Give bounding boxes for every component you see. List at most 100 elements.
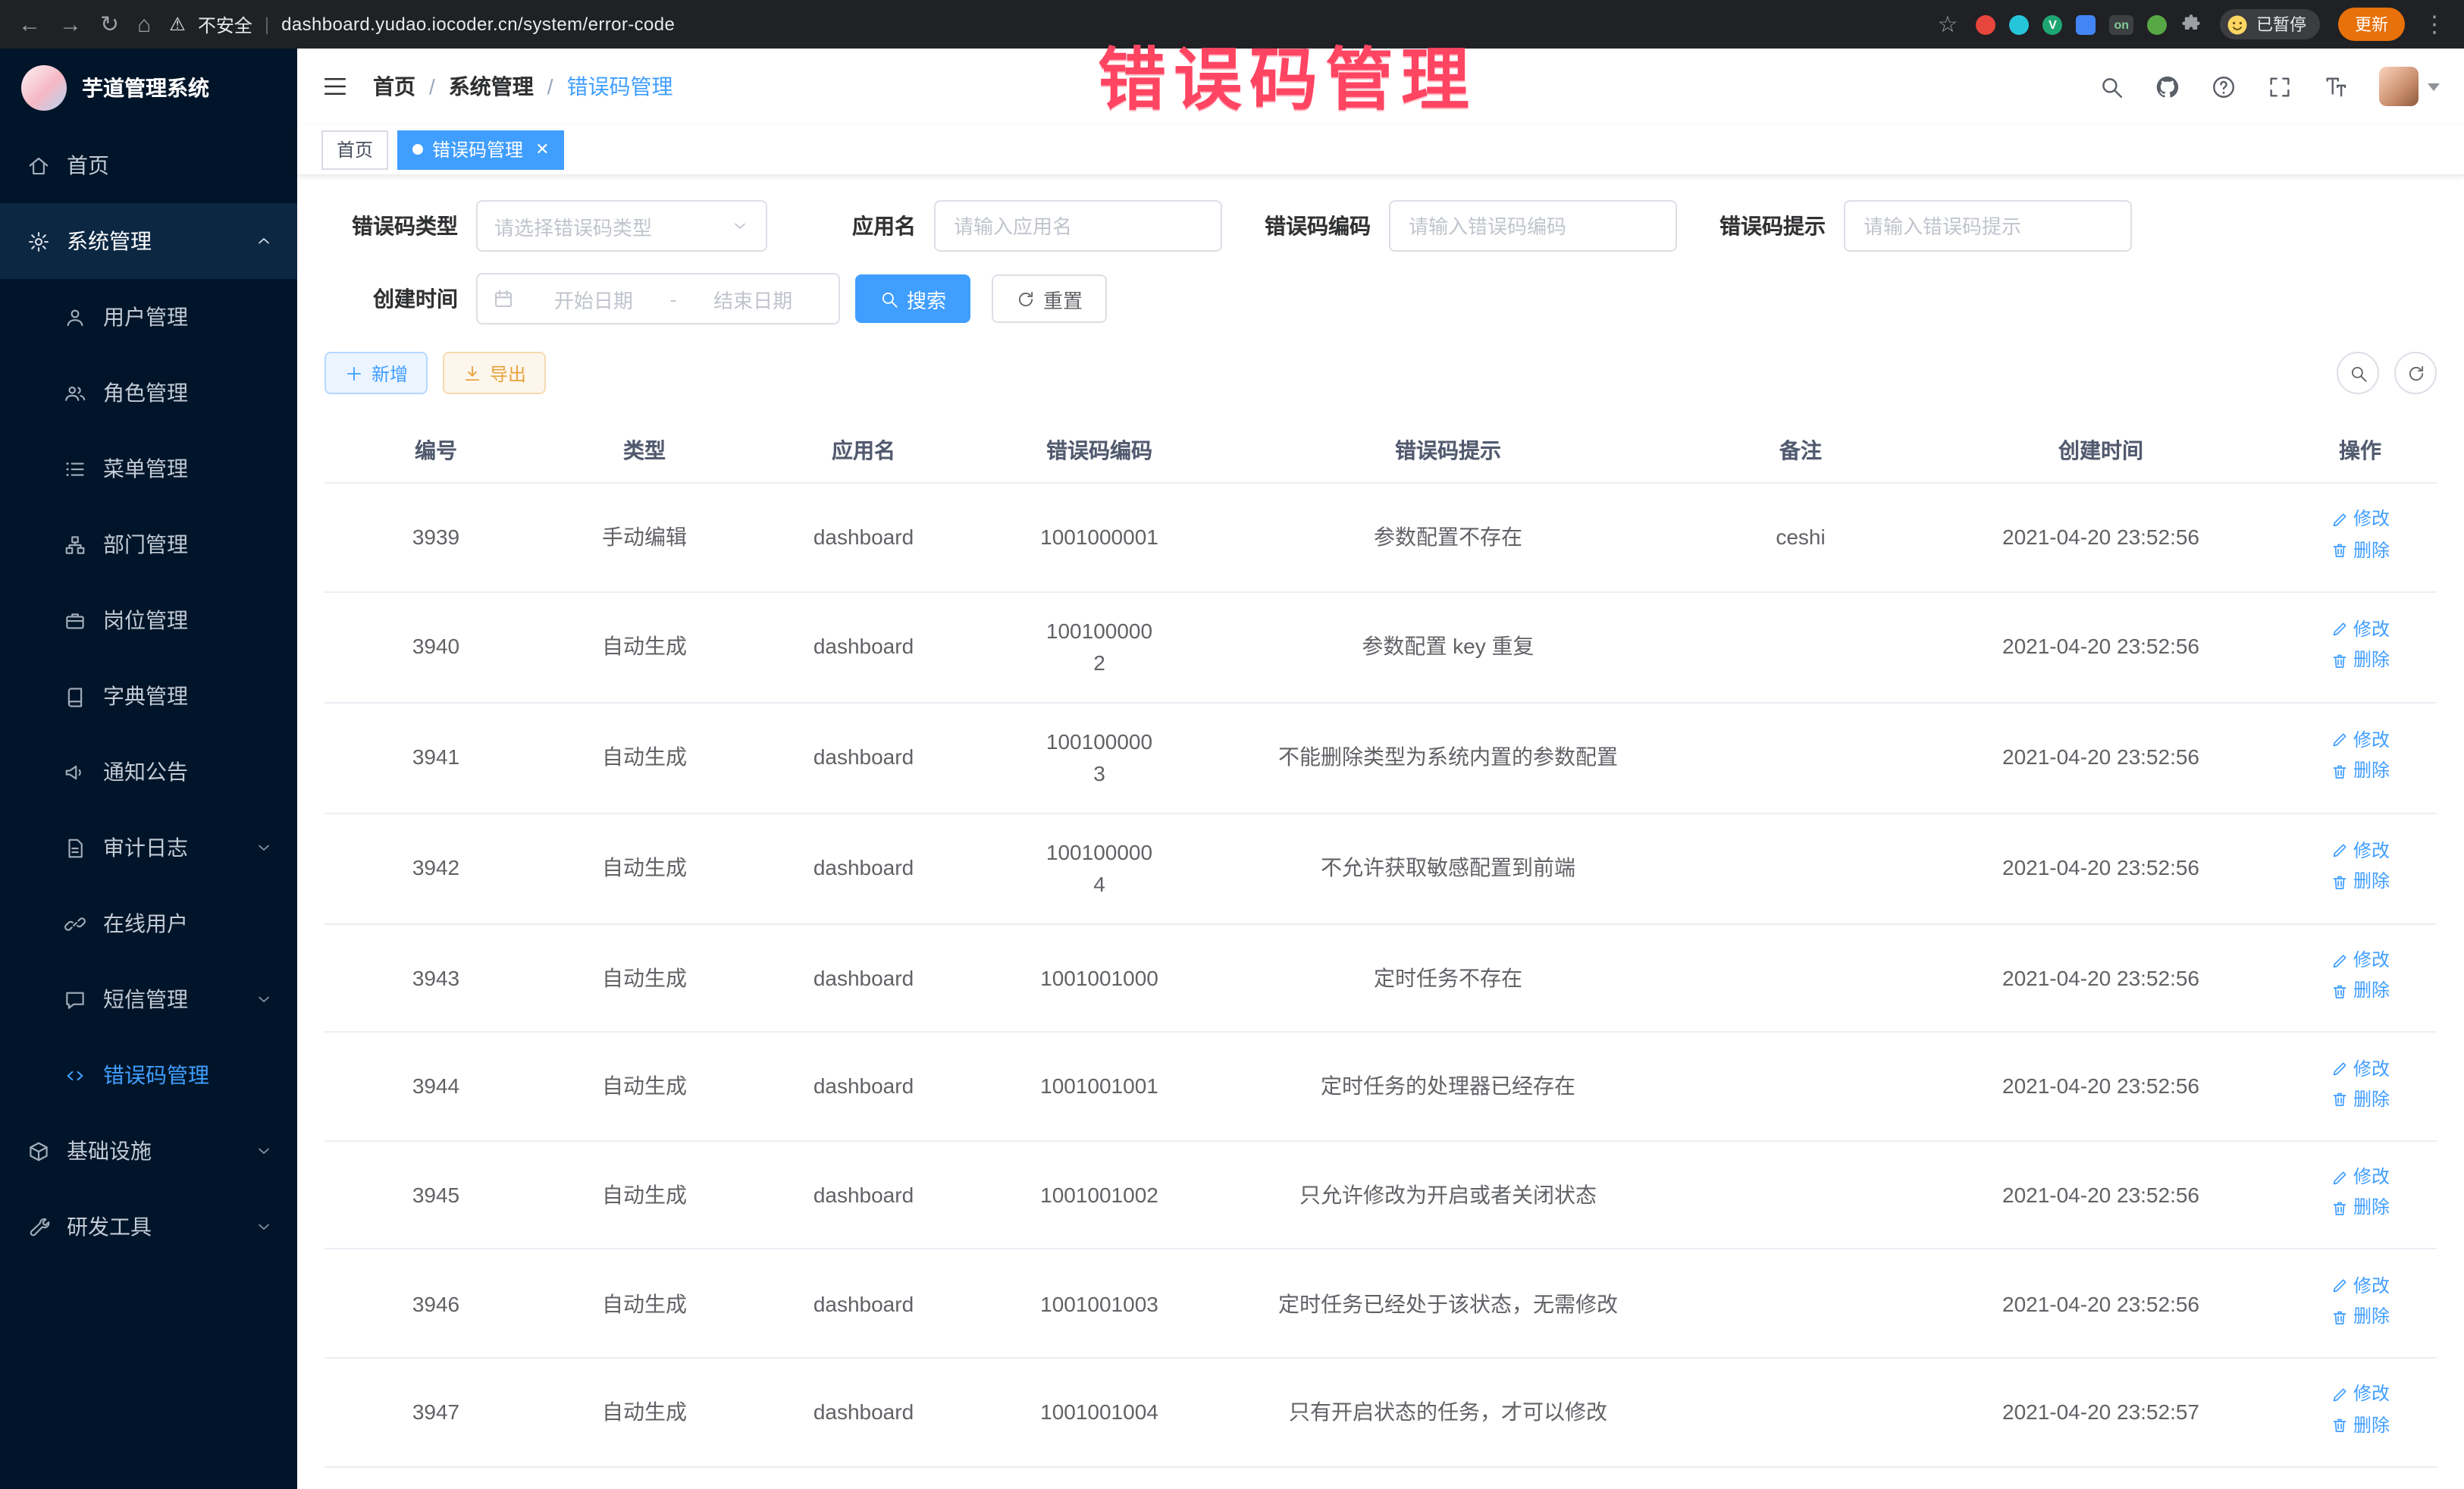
help-icon[interactable]: [2211, 74, 2237, 99]
sidebar-item-infra[interactable]: 基础设施: [0, 1113, 297, 1189]
extension-icon-red[interactable]: [1976, 14, 1995, 34]
back-icon[interactable]: ←: [18, 13, 41, 36]
edit-link[interactable]: 修改: [2331, 838, 2390, 864]
cell-id: 3941: [324, 702, 547, 813]
sidebar-item-error-code[interactable]: 错误码管理: [0, 1037, 297, 1113]
delete-link[interactable]: 删除: [2331, 647, 2390, 674]
toggle-search-button[interactable]: [2337, 352, 2379, 394]
cell-actions: 修改删除: [2284, 813, 2437, 923]
tag-home[interactable]: 首页: [321, 130, 388, 169]
browser-update-button[interactable]: 更新: [2338, 8, 2405, 41]
delete-link[interactable]: 删除: [2331, 1412, 2390, 1439]
edit-link[interactable]: 修改: [2331, 1165, 2390, 1191]
github-icon[interactable]: [2155, 74, 2180, 99]
edit-icon: [2331, 511, 2349, 529]
reload-icon[interactable]: ↻: [100, 13, 119, 36]
suitcase-icon: [64, 609, 86, 632]
profile-paused-badge[interactable]: 已暂停: [2220, 9, 2320, 39]
sidebar-item-post[interactable]: 岗位管理: [0, 582, 297, 658]
sidebar-item-dict[interactable]: 字典管理: [0, 658, 297, 734]
column-header: 应用名: [741, 418, 986, 483]
edit-link[interactable]: 修改: [2331, 616, 2390, 643]
table-row: 3945自动生成dashboard1001001002只允许修改为开启或者关闭状…: [324, 1141, 2437, 1249]
hamburger-icon[interactable]: [321, 73, 349, 100]
extension-icon-green[interactable]: [2147, 14, 2167, 34]
breadcrumb: 首页 / 系统管理 / 错误码管理: [373, 71, 673, 102]
search-button[interactable]: 搜索: [855, 274, 970, 323]
app-name-input[interactable]: [934, 200, 1222, 252]
edit-link[interactable]: 修改: [2331, 1273, 2390, 1299]
delete-link[interactable]: 删除: [2331, 758, 2390, 785]
sidebar-item-home[interactable]: 首页: [0, 127, 297, 203]
edit-link[interactable]: 修改: [2331, 727, 2390, 754]
document-icon: [64, 836, 86, 859]
extension-icon-grid[interactable]: [2076, 14, 2096, 34]
cell-app: dashboard: [741, 483, 986, 591]
browser-home-icon[interactable]: ⌂: [137, 13, 151, 36]
navbar-actions: [2099, 67, 2440, 106]
sidebar-item-label: 用户管理: [103, 302, 188, 332]
edit-link[interactable]: 修改: [2331, 948, 2390, 974]
search-icon[interactable]: [2099, 74, 2124, 99]
delete-link[interactable]: 删除: [2331, 1304, 2390, 1331]
cell-id: 3946: [324, 1249, 547, 1358]
extension-icon-on[interactable]: on: [2109, 14, 2133, 34]
reset-button[interactable]: 重置: [992, 274, 1107, 323]
edit-link[interactable]: 修改: [2331, 1382, 2390, 1409]
error-hint-input[interactable]: [1844, 200, 2132, 252]
cell-app: dashboard: [741, 1032, 986, 1140]
breadcrumb-home[interactable]: 首页: [373, 71, 415, 102]
extension-icon-teal[interactable]: [2009, 14, 2029, 34]
browser-menu-icon[interactable]: ⋮: [2423, 13, 2446, 36]
delete-link[interactable]: 删除: [2331, 538, 2390, 564]
delete-link[interactable]: 删除: [2331, 869, 2390, 895]
cell-app: dashboard: [741, 591, 986, 702]
sidebar-item-dept[interactable]: 部门管理: [0, 506, 297, 582]
error-type-select[interactable]: 请选择错误码类型: [476, 200, 767, 252]
sidebar-item-audit-log[interactable]: 审计日志: [0, 810, 297, 886]
bookmark-star-icon[interactable]: ☆: [1938, 13, 1958, 36]
tags-view: 首页错误码管理✕: [297, 124, 2464, 176]
font-size-icon[interactable]: [2323, 74, 2349, 99]
delete-link[interactable]: 删除: [2331, 1087, 2390, 1114]
sidebar-item-notice[interactable]: 通知公告: [0, 734, 297, 810]
top-navbar: 首页 / 系统管理 / 错误码管理: [297, 49, 2464, 124]
error-code-table: 编号类型应用名错误码编码错误码提示备注创建时间操作 3939手动编辑dashbo…: [324, 418, 2437, 1489]
sidebar-item-online-user[interactable]: 在线用户: [0, 886, 297, 961]
sidebar-item-menu[interactable]: 菜单管理: [0, 431, 297, 506]
cell-code: 1001001000: [986, 923, 1213, 1032]
sidebar-item-user[interactable]: 用户管理: [0, 279, 297, 355]
delete-link[interactable]: 删除: [2331, 978, 2390, 1005]
tag-error-code[interactable]: 错误码管理✕: [397, 130, 564, 169]
edit-icon: [2331, 1060, 2349, 1078]
breadcrumb-system[interactable]: 系统管理: [449, 71, 534, 102]
app-logo-row[interactable]: 芋道管理系统: [0, 49, 297, 127]
date-range-picker[interactable]: 开始日期 - 结束日期: [476, 273, 840, 324]
edit-link[interactable]: 修改: [2331, 1056, 2390, 1083]
end-date-placeholder: 结束日期: [682, 284, 823, 313]
export-button[interactable]: 导出: [443, 352, 546, 394]
delete-link[interactable]: 删除: [2331, 1196, 2390, 1222]
sidebar-item-role[interactable]: 角色管理: [0, 355, 297, 431]
edit-link[interactable]: 修改: [2331, 507, 2390, 534]
error-code-input[interactable]: [1389, 200, 1677, 252]
extensions-puzzle-icon[interactable]: [2180, 14, 2202, 35]
address-bar[interactable]: ⚠ 不安全 | dashboard.yudao.iocoder.cn/syste…: [169, 11, 1919, 37]
trash-icon: [2331, 1199, 2349, 1218]
fullscreen-icon[interactable]: [2267, 74, 2293, 99]
cell-id: 3948: [324, 1466, 547, 1489]
extension-icon-v[interactable]: V: [2042, 14, 2062, 34]
sidebar-item-sms[interactable]: 短信管理: [0, 961, 297, 1037]
sidebar-item-system[interactable]: 系统管理: [0, 203, 297, 279]
add-button[interactable]: 新增: [324, 352, 428, 394]
cell-remark: [1683, 813, 1918, 923]
cell-time: 2021-04-20 23:52:57: [1918, 1466, 2284, 1489]
trash-icon: [2331, 1091, 2349, 1109]
cell-actions: 修改删除: [2284, 1032, 2437, 1140]
forward-icon[interactable]: →: [59, 13, 82, 36]
user-avatar-menu[interactable]: [2379, 67, 2440, 106]
sidebar-item-dev-tools[interactable]: 研发工具: [0, 1189, 297, 1265]
avatar: [2379, 67, 2419, 106]
refresh-table-button[interactable]: [2394, 352, 2437, 394]
close-icon[interactable]: ✕: [535, 139, 549, 159]
